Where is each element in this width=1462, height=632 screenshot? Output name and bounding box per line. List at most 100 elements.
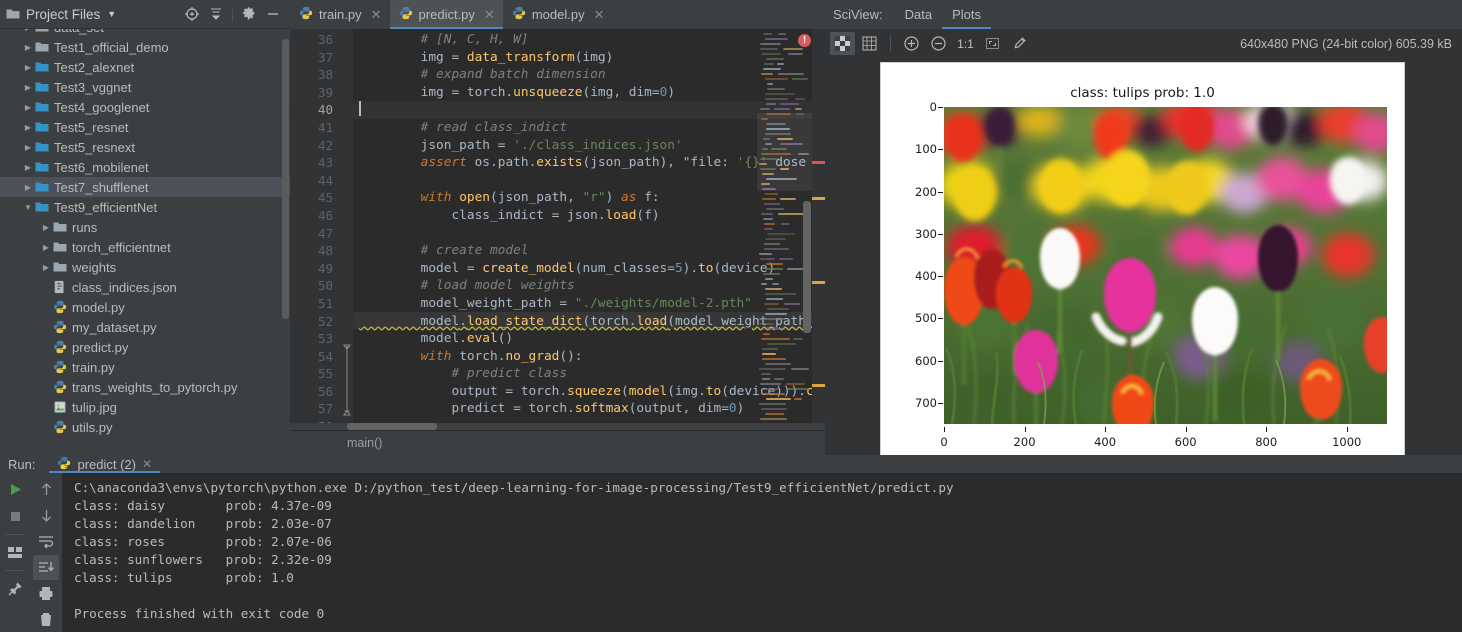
chevron-down-icon[interactable]: ▼ — [22, 201, 34, 213]
scroll-to-end-button[interactable] — [33, 555, 59, 580]
tree-item-tulip-jpg[interactable]: tulip.jpg — [0, 397, 290, 417]
chevron-right-icon[interactable]: ▶ — [22, 101, 34, 113]
tree-item-weights[interactable]: ▶weights — [0, 257, 290, 277]
code-viewport[interactable]: 3637383940414243444546474849505152535455… — [290, 29, 825, 423]
tree-item-utils-py[interactable]: utils.py — [0, 417, 290, 437]
code-line: # [N, C, H, W] — [353, 31, 812, 49]
gear-icon[interactable] — [238, 3, 260, 25]
error-count-badge[interactable]: ! — [798, 34, 811, 47]
chevron-right-icon[interactable]: ▶ — [22, 141, 34, 153]
tree-item-label: Test2_alexnet — [54, 60, 134, 75]
chevron-right-icon[interactable]: ▶ — [22, 41, 34, 53]
image-info-label: 640x480 PNG (24-bit color) 605.39 kB — [1240, 37, 1462, 51]
breadcrumb[interactable]: main() — [290, 430, 825, 455]
tree-item-test6-mobilenet[interactable]: ▶Test6_mobilenet — [0, 157, 290, 177]
close-icon[interactable]: ✕ — [142, 457, 152, 471]
error-stripe-mark[interactable] — [812, 161, 825, 164]
tab-data[interactable]: Data — [895, 0, 942, 29]
tree-item-class-indices-json[interactable]: class_indices.json — [0, 277, 290, 297]
plot-area[interactable]: class: tulips prob: 1.0 — [825, 58, 1462, 455]
error-stripe-mark[interactable] — [812, 384, 825, 387]
error-stripe[interactable] — [812, 29, 825, 423]
editor-tab-train-py[interactable]: train.py✕ — [290, 0, 390, 29]
editor-horizontal-scrollbar[interactable] — [290, 423, 825, 430]
tree-item-test9-efficientnet[interactable]: ▼Test9_efficientNet — [0, 197, 290, 217]
tree-item-runs[interactable]: ▶runs — [0, 217, 290, 237]
chevron-right-icon[interactable]: ▶ — [22, 81, 34, 93]
error-stripe-mark[interactable] — [812, 281, 825, 284]
chevron-right-icon[interactable]: ▶ — [22, 161, 34, 173]
code-line: with open(json_path, "r") as f: — [353, 189, 812, 207]
clear-all-button[interactable] — [33, 607, 59, 632]
plot-figure[interactable]: class: tulips prob: 1.0 — [880, 62, 1405, 456]
scroll-thumb[interactable] — [347, 423, 437, 430]
tree-item-test3-vggnet[interactable]: ▶Test3_vggnet — [0, 77, 290, 97]
editor-tab-model-py[interactable]: model.py✕ — [503, 0, 613, 29]
grid-icon[interactable] — [857, 32, 882, 55]
project-tree-scrollbar[interactable] — [282, 39, 289, 319]
chevron-right-icon[interactable]: ▶ — [40, 221, 52, 233]
chevron-right-icon[interactable]: ▶ — [40, 261, 52, 273]
minimap-line — [795, 98, 805, 100]
collapse-all-icon[interactable] — [205, 3, 227, 25]
tab-plots[interactable]: Plots — [942, 0, 991, 29]
scroll-down-button[interactable] — [33, 503, 59, 528]
chevron-right-icon[interactable]: ▶ — [22, 29, 34, 33]
chevron-right-icon[interactable]: ▶ — [22, 61, 34, 73]
fit-to-window-icon[interactable] — [980, 32, 1005, 55]
layout-button[interactable] — [2, 540, 28, 565]
console-line: C:\anaconda3\envs\pytorch\python.exe D:/… — [74, 479, 1462, 497]
error-stripe-mark[interactable] — [812, 197, 825, 200]
tree-item-data-set[interactable]: ▶data_set — [0, 29, 290, 37]
run-side-toolbar-left — [0, 473, 30, 632]
close-icon[interactable]: ✕ — [484, 7, 495, 23]
run-tab-predict[interactable]: predict (2) ✕ — [49, 455, 160, 473]
tree-item-predict-py[interactable]: predict.py — [0, 337, 290, 357]
locate-icon[interactable] — [181, 3, 203, 25]
editor-tabbar[interactable]: train.py✕predict.py✕model.py✕ — [290, 0, 825, 29]
close-icon[interactable]: ✕ — [371, 7, 382, 23]
tree-item-test5-resnext[interactable]: ▶Test5_resnext — [0, 137, 290, 157]
tree-item-test2-alexnet[interactable]: ▶ Test2_alexnet — [0, 57, 290, 77]
project-tree[interactable]: ▶data_set▶Test1_official_demo▶Test2_alex… — [0, 29, 290, 455]
tree-item-train-py[interactable]: train.py — [0, 357, 290, 377]
code-line: assert os.path.exists(json_path), "file:… — [353, 154, 812, 172]
hide-panel-icon[interactable] — [262, 3, 284, 25]
print-button[interactable] — [33, 581, 59, 606]
close-icon[interactable]: ✕ — [594, 7, 605, 23]
rerun-button[interactable] — [2, 477, 28, 502]
zoom-in-icon[interactable] — [899, 32, 924, 55]
tree-spacer — [40, 381, 52, 393]
stop-button[interactable] — [2, 504, 28, 529]
tree-item-test7-shufflenet[interactable]: ▶Test7_shufflenet — [0, 177, 290, 197]
code-text[interactable]: # [N, C, H, W] img = data_transform(img)… — [353, 29, 812, 423]
line-number: 50 — [290, 277, 342, 295]
minimap-viewport[interactable] — [757, 113, 812, 191]
actual-size-icon[interactable]: 1:1 — [953, 32, 978, 55]
transparency-icon[interactable] — [830, 32, 855, 55]
scroll-up-button[interactable] — [33, 477, 59, 502]
chevron-right-icon[interactable]: ▶ — [40, 241, 52, 253]
chevron-right-icon[interactable]: ▶ — [22, 181, 34, 193]
code-folding-column[interactable] — [342, 29, 353, 423]
chevron-right-icon[interactable]: ▶ — [22, 121, 34, 133]
code-line: output = torch.squeeze(model(img.to(devi… — [353, 383, 812, 401]
editor-tab-predict-py[interactable]: predict.py✕ — [390, 0, 503, 29]
editor-vertical-scrollbar[interactable] — [803, 201, 811, 333]
soft-wrap-button[interactable] — [33, 529, 59, 554]
chevron-down-icon[interactable]: ▼ — [107, 9, 116, 19]
tree-item-model-py[interactable]: model.py — [0, 297, 290, 317]
tree-item-test4-googlenet[interactable]: ▶Test4_googlenet — [0, 97, 290, 117]
pin-button[interactable] — [2, 576, 28, 601]
tree-item-my-dataset-py[interactable]: my_dataset.py — [0, 317, 290, 337]
tree-item-test5-resnet[interactable]: ▶Test5_resnet — [0, 117, 290, 137]
minimap-line — [772, 283, 779, 285]
zoom-out-icon[interactable] — [926, 32, 951, 55]
color-picker-icon[interactable] — [1007, 32, 1032, 55]
x-axis-tick-label: 600 — [1175, 435, 1197, 449]
tree-item-test1-official-demo[interactable]: ▶Test1_official_demo — [0, 37, 290, 57]
tulip-photograph — [944, 107, 1387, 424]
tree-item-trans-weights-to-pytorch-py[interactable]: trans_weights_to_pytorch.py — [0, 377, 290, 397]
run-console-output[interactable]: C:\anaconda3\envs\pytorch\python.exe D:/… — [62, 473, 1462, 632]
tree-item-torch-efficientnet[interactable]: ▶torch_efficientnet — [0, 237, 290, 257]
